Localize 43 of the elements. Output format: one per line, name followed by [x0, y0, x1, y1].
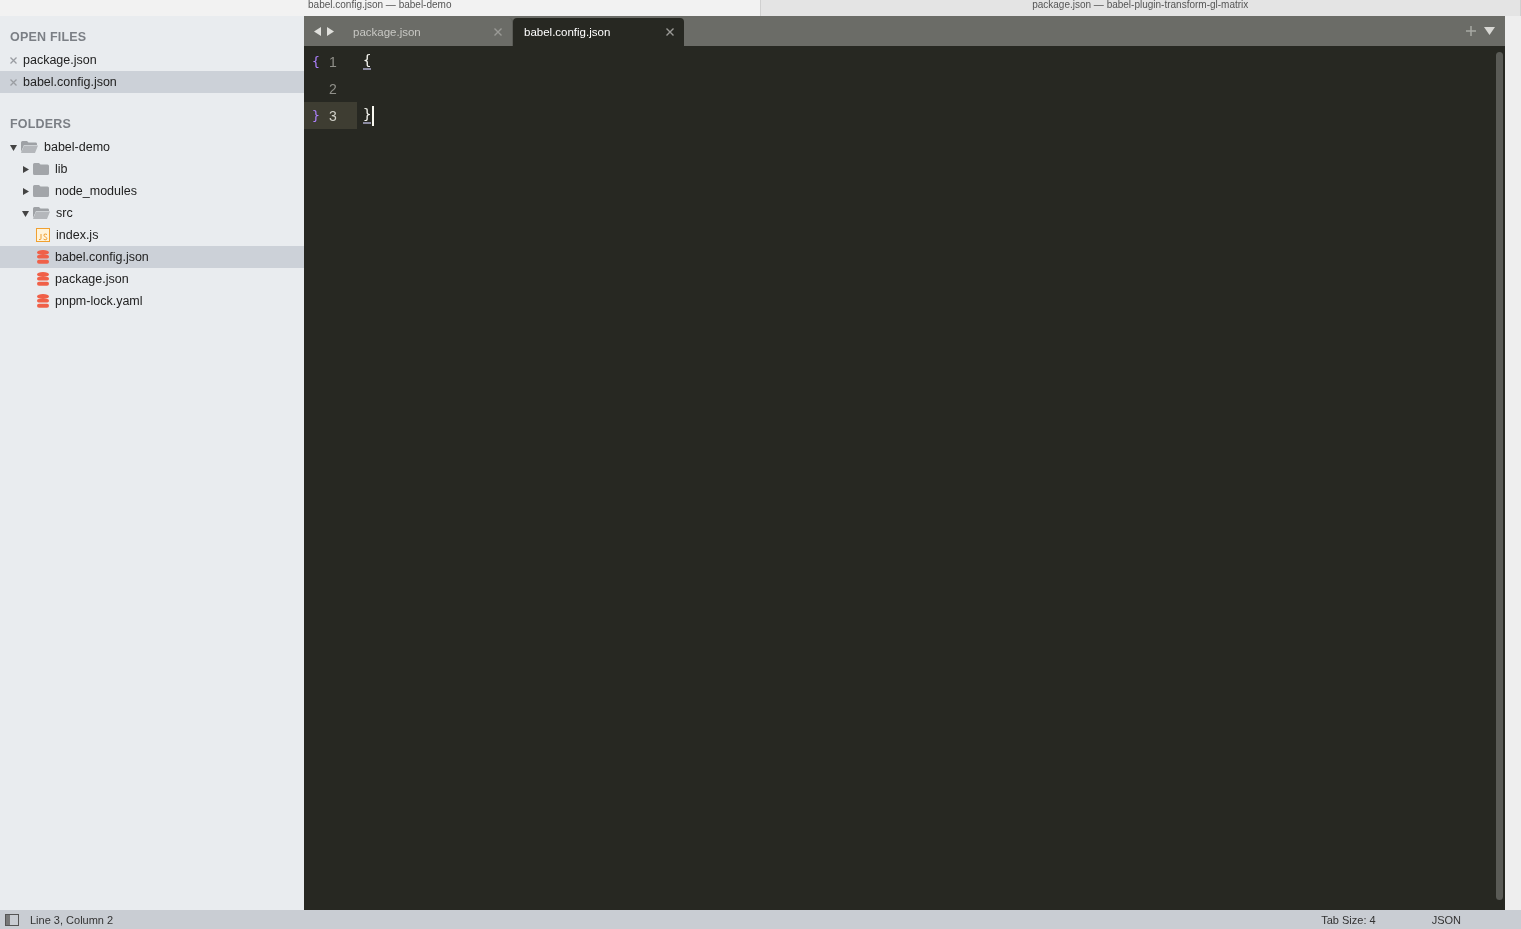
line-gutter: 2 — [328, 79, 338, 99]
sidebar-toggle-icon[interactable] — [5, 913, 19, 926]
database-icon — [37, 294, 49, 308]
tab-size[interactable]: Tab Size: 4 — [1321, 913, 1376, 926]
open-folder-icon — [21, 141, 38, 153]
section-heading: OPEN FILES — [9, 29, 88, 46]
back-arrow-icon[interactable] — [314, 26, 322, 36]
file-item[interactable]: pnpm-lock.yaml — [0, 290, 304, 312]
expanded-arrow-icon — [10, 143, 17, 151]
file-item[interactable]: babel.config.json — [0, 246, 304, 268]
collapsed-arrow-icon — [22, 165, 29, 173]
database-icon — [37, 272, 49, 286]
text-cursor — [372, 105, 374, 126]
code-text: { — [363, 53, 372, 70]
cursor-position: Line 3, Column 2 — [30, 913, 114, 926]
open-file-item[interactable]: package.json — [0, 49, 304, 71]
js-file-icon — [36, 228, 50, 242]
collapsed-arrow-icon — [22, 187, 29, 195]
folder-icon — [33, 185, 49, 197]
forward-arrow-icon[interactable] — [326, 26, 334, 36]
folder-icon — [33, 163, 49, 175]
database-icon — [37, 250, 49, 264]
close-icon[interactable] — [666, 28, 674, 36]
open-folder-icon — [33, 207, 50, 219]
file-item[interactable]: index.js — [0, 224, 304, 246]
line-gutter: { 1 — [311, 52, 338, 72]
folder-item[interactable]: lib — [0, 158, 304, 180]
dropdown-arrow-icon[interactable] — [1484, 27, 1495, 35]
section-heading: FOLDERS — [9, 116, 73, 133]
plus-icon[interactable] — [1466, 26, 1476, 36]
editor-tab[interactable]: babel.config.json — [513, 18, 684, 46]
open-file-item[interactable]: babel.config.json — [0, 71, 304, 93]
file-item[interactable]: package.json — [0, 268, 304, 290]
window-tab[interactable]: package.json — babel-plugin-transform-gl-matrix — [760, 0, 1521, 16]
syntax-selector[interactable]: JSON — [1431, 913, 1461, 926]
folder-item[interactable]: babel-demo — [0, 136, 304, 158]
folder-item[interactable]: node_modules — [0, 180, 304, 202]
fold-marker[interactable]: { — [312, 54, 329, 69]
expanded-arrow-icon — [22, 209, 29, 217]
scrollbar[interactable] — [1496, 52, 1503, 900]
folder-item[interactable]: src — [0, 202, 304, 224]
line-gutter: } 3 — [304, 102, 357, 129]
fold-marker[interactable]: } — [312, 108, 329, 123]
